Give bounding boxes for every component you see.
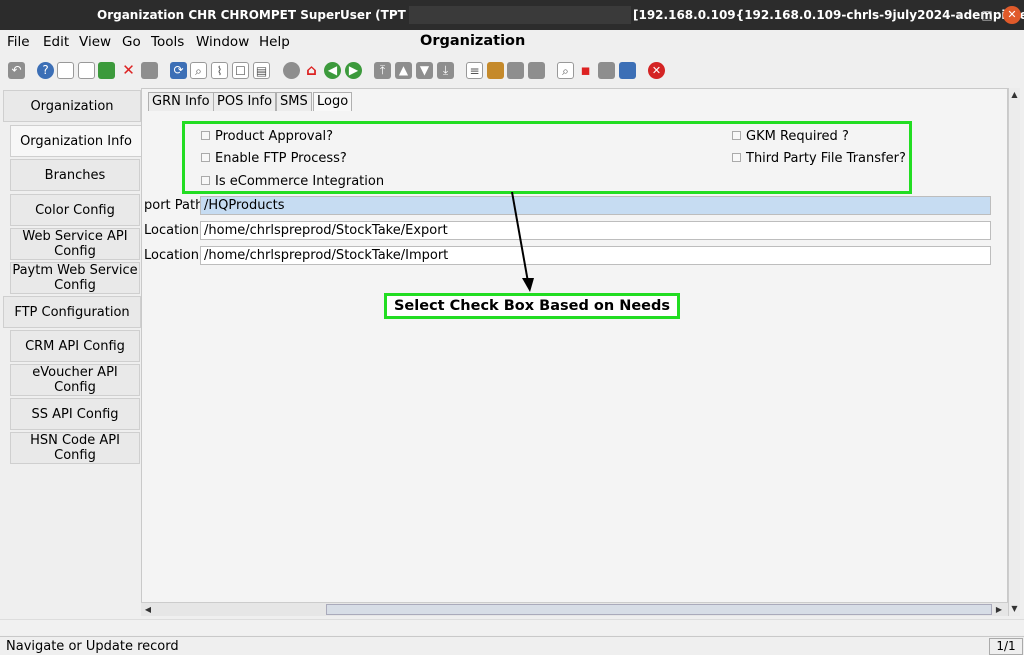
- delete-icon[interactable]: ✕: [120, 62, 137, 79]
- maximize-button[interactable]: □: [978, 6, 996, 24]
- nav-tab-organization[interactable]: Organization: [3, 90, 141, 122]
- status-bar: Navigate or Update record 1/1: [0, 636, 1024, 655]
- annotation-callout: Select Check Box Based on Needs: [384, 293, 680, 319]
- tab-logo[interactable]: Logo: [313, 92, 353, 111]
- process-icon[interactable]: [619, 62, 636, 79]
- grid-toggle-icon[interactable]: ▤: [253, 62, 270, 79]
- chat-icon[interactable]: ☐: [232, 62, 249, 79]
- help-icon[interactable]: ?: [37, 62, 54, 79]
- first-record-icon[interactable]: ⤒: [374, 62, 391, 79]
- left-navigation: Organization Organization Info Branches …: [0, 90, 141, 618]
- nav-tab-crm-api-config[interactable]: CRM API Config: [10, 330, 140, 362]
- attachment-icon[interactable]: ⌇: [211, 62, 228, 79]
- home-icon[interactable]: ⌂: [303, 62, 320, 79]
- last-record-icon[interactable]: ⤓: [437, 62, 454, 79]
- checkbox-box[interactable]: [201, 153, 210, 162]
- menu-edit[interactable]: Edit: [43, 34, 69, 50]
- vertical-scrollbar[interactable]: ▲ ▼: [1008, 88, 1020, 616]
- checkbox-box[interactable]: [732, 153, 741, 162]
- nav-tab-organization-info[interactable]: Organization Info: [10, 125, 141, 157]
- status-separator: [0, 619, 1024, 635]
- undo-icon[interactable]: ↶: [8, 62, 25, 79]
- tab-grn-info[interactable]: GRN Info: [148, 92, 214, 111]
- export-location-field[interactable]: /home/chrlspreprod/StockTake/Export: [200, 221, 991, 240]
- scroll-up-icon[interactable]: ▲: [1009, 89, 1020, 101]
- import-location-label: Location: [144, 248, 199, 263]
- print-icon[interactable]: [528, 62, 545, 79]
- nav-tab-ss-api-config[interactable]: SS API Config: [10, 398, 140, 430]
- menu-window[interactable]: Window: [196, 34, 249, 50]
- title-bar: Organization CHR CHROMPET SuperUser (TPT…: [0, 0, 1024, 30]
- export-location-label: Location: [144, 223, 199, 238]
- product-info-icon[interactable]: [598, 62, 615, 79]
- previous-record-icon[interactable]: ▲: [395, 62, 412, 79]
- menu-tools[interactable]: Tools: [151, 34, 184, 50]
- tab-sms[interactable]: SMS: [276, 92, 312, 111]
- checkbox-box[interactable]: [201, 176, 210, 185]
- status-message: Navigate or Update record: [6, 639, 179, 654]
- scroll-down-icon[interactable]: ▼: [1009, 603, 1020, 615]
- menu-file[interactable]: File: [7, 34, 30, 50]
- tab-pos-info[interactable]: POS Info: [213, 92, 277, 111]
- nav-tab-color-config[interactable]: Color Config: [10, 194, 140, 226]
- export-path-field[interactable]: /HQProducts: [200, 196, 991, 215]
- annotation-arrow: [511, 191, 534, 292]
- menu-help[interactable]: Help: [259, 34, 290, 50]
- menu-bar: File Edit View Go Tools Window Help Orga…: [0, 30, 1024, 54]
- title-redacted: [409, 6, 631, 24]
- menu-go[interactable]: Go: [122, 34, 141, 50]
- refresh-icon[interactable]: ⟳: [170, 62, 187, 79]
- nav-tab-branches[interactable]: Branches: [10, 159, 140, 191]
- report-icon[interactable]: ≡: [466, 62, 483, 79]
- scroll-thumb[interactable]: [326, 604, 992, 615]
- checkbox-box[interactable]: [732, 131, 741, 140]
- print-preview-icon[interactable]: [507, 62, 524, 79]
- third-party-file-transfer-checkbox[interactable]: Third Party File Transfer?: [732, 151, 906, 167]
- ecommerce-integration-checkbox[interactable]: Is eCommerce Integration: [201, 174, 384, 190]
- exit-icon[interactable]: ✕: [648, 62, 665, 79]
- detail-record-icon[interactable]: ▶: [345, 62, 362, 79]
- copy-record-icon[interactable]: [78, 62, 95, 79]
- zoom-across-icon[interactable]: ⌕: [557, 62, 574, 79]
- history-icon[interactable]: [283, 62, 300, 79]
- horizontal-scrollbar[interactable]: ◀ ▶: [141, 602, 1008, 616]
- nav-tab-evoucher-api-config[interactable]: eVoucher API Config: [10, 364, 140, 396]
- menu-view[interactable]: View: [79, 34, 111, 50]
- toolbar: ↶ ? ✕ ⟳ ⌕ ⌇ ☐ ▤ ⌂ ◀ ▶ ⤒ ▲ ▼ ⤓ ≡ ⌕ ▪ ✕: [0, 56, 1024, 86]
- nav-tab-web-service-api-config[interactable]: Web Service API Config: [10, 228, 140, 260]
- nav-tab-paytm-config[interactable]: Paytm Web Service Config: [10, 262, 140, 294]
- import-location-field[interactable]: /home/chrlspreprod/StockTake/Import: [200, 246, 991, 265]
- archive-icon[interactable]: [487, 62, 504, 79]
- nav-tab-hsn-code-api-config[interactable]: HSN Code API Config: [10, 432, 140, 464]
- scroll-left-icon[interactable]: ◀: [142, 604, 154, 616]
- save-icon[interactable]: [98, 62, 115, 79]
- save-disk-icon[interactable]: [141, 62, 158, 79]
- gkm-required-checkbox[interactable]: GKM Required ?: [732, 129, 849, 145]
- record-count[interactable]: 1/1: [989, 638, 1023, 655]
- new-record-icon[interactable]: [57, 62, 74, 79]
- close-window-button[interactable]: ✕: [1003, 6, 1021, 24]
- export-path-label: port Path: [144, 198, 204, 213]
- product-approval-checkbox[interactable]: Product Approval?: [201, 129, 333, 145]
- enable-ftp-checkbox[interactable]: Enable FTP Process?: [201, 151, 347, 167]
- minimize-button[interactable]: –: [950, 6, 968, 24]
- workflow-icon[interactable]: ▪: [577, 62, 594, 79]
- parent-record-icon[interactable]: ◀: [324, 62, 341, 79]
- checkbox-box[interactable]: [201, 131, 210, 140]
- nav-tab-ftp-configuration[interactable]: FTP Configuration: [3, 296, 141, 328]
- next-record-icon[interactable]: ▼: [416, 62, 433, 79]
- find-icon[interactable]: ⌕: [190, 62, 207, 79]
- window-heading: Organization: [420, 33, 526, 49]
- scroll-right-icon[interactable]: ▶: [993, 604, 1005, 616]
